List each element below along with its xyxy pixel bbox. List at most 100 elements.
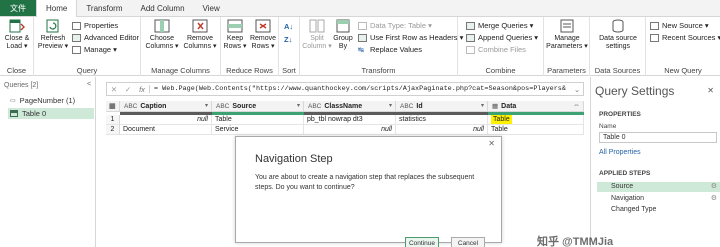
choose-columns-button[interactable]: Choose Columns ▾	[144, 19, 180, 51]
query-settings-pane: Query Settings ✕ PROPERTIES Name Table 0…	[590, 77, 720, 247]
recent-sources-icon	[650, 33, 659, 42]
column-header-id[interactable]: ABC Id ▾	[396, 101, 488, 112]
commit-formula-icon[interactable]: ✓	[121, 85, 135, 94]
table-cell[interactable]: null	[304, 125, 396, 135]
merge-queries-icon	[466, 21, 475, 30]
manage-parameters-label: Manage Parameters ▾	[546, 35, 588, 50]
replace-values-button[interactable]: ↹ Replace Values	[358, 45, 422, 54]
group-label-manage-columns: Manage Columns	[151, 66, 210, 75]
grid-corner[interactable]: ▦	[106, 101, 120, 112]
remove-columns-icon	[192, 19, 208, 33]
query-item-table-0[interactable]: Table 0	[8, 108, 94, 119]
table-cell[interactable]: pb_tbl nowrap dt3	[304, 115, 396, 125]
cancel-button[interactable]: Cancel	[451, 237, 485, 247]
gear-icon[interactable]: ⚙	[711, 182, 717, 192]
refresh-preview-button[interactable]: Refresh Preview ▾	[36, 19, 70, 51]
filter-dropdown-icon[interactable]: ▾	[205, 102, 208, 109]
expand-column-icon[interactable]: ⇔	[573, 102, 580, 109]
cancel-formula-icon[interactable]: ✕	[107, 85, 121, 94]
close-icon[interactable]: ✕	[707, 86, 714, 95]
query-item-label: PageNumber (1)	[19, 96, 76, 105]
dialog-title: Navigation Step	[255, 153, 333, 165]
table-cell[interactable]: Document	[120, 125, 212, 135]
append-queries-label: Append Queries ▾	[478, 33, 539, 42]
step-label: Changed Type	[611, 206, 657, 213]
filter-dropdown-icon[interactable]: ▾	[297, 102, 300, 109]
table-cell[interactable]: null	[396, 125, 488, 135]
properties-button[interactable]: Properties	[72, 21, 118, 30]
column-header-classname[interactable]: ABC ClassName ▾	[304, 101, 396, 112]
filter-dropdown-icon[interactable]: ▾	[481, 102, 484, 109]
keep-rows-label: Keep Rows ▾	[223, 35, 247, 50]
group-reduce-rows: Keep Rows ▾ Remove Rows ▾ Reduce Rows	[221, 17, 279, 76]
tab-add-column[interactable]: Add Column	[132, 0, 194, 16]
group-label-query: Query	[76, 66, 98, 75]
merge-queries-button[interactable]: Merge Queries ▾	[466, 21, 533, 30]
close-load-icon	[9, 19, 25, 33]
manage-parameters-button[interactable]: Manage Parameters ▾	[546, 19, 588, 51]
table-cell-data[interactable]: Table	[488, 115, 584, 125]
remove-rows-button[interactable]: Remove Rows ▾	[249, 19, 277, 51]
applied-step-source[interactable]: Source ⚙	[597, 182, 720, 192]
remove-columns-button[interactable]: Remove Columns ▾	[182, 19, 218, 51]
append-queries-button[interactable]: Append Queries ▾	[466, 33, 538, 42]
formula-input[interactable]: = Web.Page(Web.Contents("https://www.qua…	[149, 85, 571, 93]
keep-rows-button[interactable]: Keep Rows ▾	[222, 19, 248, 51]
group-manage-columns: Choose Columns ▾ Remove Columns ▾ Manage…	[141, 17, 221, 76]
applied-step-changed-type[interactable]: Changed Type	[597, 205, 720, 215]
ribbon-tab-bar: 文件 Home Transform Add Column View	[0, 0, 720, 18]
split-column-button[interactable]: Split Column ▾	[302, 19, 332, 51]
tab-home[interactable]: Home	[36, 0, 78, 18]
table-link[interactable]: Table	[488, 125, 584, 135]
tab-transform[interactable]: Transform	[77, 0, 131, 16]
close-icon[interactable]: ✕	[488, 139, 495, 148]
table-cell[interactable]: statistics	[396, 115, 488, 125]
remove-rows-label: Remove Rows ▾	[249, 35, 277, 50]
advanced-editor-button[interactable]: Advanced Editor	[72, 33, 139, 42]
table-cell[interactable]: Table	[212, 115, 304, 125]
table-cell[interactable]: null	[120, 115, 212, 125]
table-link-highlighted[interactable]: Table	[491, 115, 512, 124]
row-number[interactable]: 1	[106, 115, 120, 125]
combine-files-button[interactable]: Combine Files	[466, 45, 526, 54]
continue-button[interactable]: Continue	[405, 237, 439, 247]
expand-formula-icon[interactable]: ⌄	[571, 85, 583, 94]
tab-file[interactable]: 文件	[0, 0, 36, 16]
group-by-icon	[336, 19, 350, 33]
name-field[interactable]: Table 0	[599, 132, 717, 143]
recent-sources-button[interactable]: Recent Sources ▾	[650, 33, 720, 42]
table-cell[interactable]: Service	[212, 125, 304, 135]
column-header-caption[interactable]: ABC Caption ▾	[120, 101, 212, 112]
group-sort: A↓ Z↓ Sort	[279, 17, 300, 76]
manage-button[interactable]: Manage ▾	[72, 45, 117, 54]
use-first-row-button[interactable]: Use First Row as Headers ▾	[358, 33, 463, 42]
sort-ascending-icon[interactable]: A↓	[284, 22, 293, 31]
gear-icon[interactable]: ⚙	[711, 194, 717, 204]
applied-step-navigation[interactable]: Navigation ⚙	[597, 194, 720, 204]
tab-view[interactable]: View	[194, 0, 229, 16]
new-source-button[interactable]: New Source ▾	[650, 21, 709, 30]
filter-dropdown-icon[interactable]: ▾	[389, 102, 392, 109]
close-and-load-button[interactable]: Close & Load ▾	[2, 19, 32, 51]
column-header-source[interactable]: ABC Source ▾	[212, 101, 304, 112]
row-number[interactable]: 2	[106, 125, 120, 135]
column-name: Data	[501, 102, 517, 110]
collapse-queries-icon[interactable]: <	[87, 81, 91, 88]
refresh-icon	[46, 19, 59, 33]
group-label-close: Close	[6, 66, 27, 75]
close-and-load-label: Close & Load ▾	[4, 35, 30, 50]
refresh-preview-label: Refresh Preview ▾	[37, 35, 69, 50]
data-type-dropdown[interactable]: Data Type: Table ▾	[358, 21, 432, 30]
group-label-parameters: Parameters	[547, 66, 586, 75]
column-header-data[interactable]: ▦ Data ⇔	[488, 101, 584, 112]
data-source-settings-button[interactable]: Data source settings	[594, 19, 642, 51]
data-type-label: Data Type: Table ▾	[370, 21, 432, 30]
applied-steps-header: APPLIED STEPS	[599, 170, 651, 177]
query-item-pagenumber[interactable]: ▭ PageNumber (1)	[8, 95, 94, 106]
all-properties-link[interactable]: All Properties	[599, 149, 641, 156]
group-combine: Merge Queries ▾ Append Queries ▾ Combine…	[458, 17, 544, 76]
type-any-icon: ABC	[308, 102, 322, 110]
sort-descending-icon[interactable]: Z↓	[284, 35, 292, 44]
group-label-reduce-rows: Reduce Rows	[226, 66, 273, 75]
group-by-button[interactable]: Group By	[332, 19, 354, 51]
